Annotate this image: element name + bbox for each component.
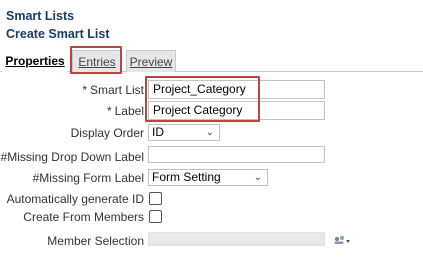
missing-dropdown-label-label: #Missing Drop Down Label: [0, 150, 144, 164]
label-field-label: * Label: [106, 104, 144, 118]
chevron-down-icon: ⌄: [253, 172, 262, 183]
display-order-select[interactable]: ID ⌄: [148, 124, 220, 141]
page-subtitle: Create Smart List: [6, 27, 110, 41]
smart-list-label: * Smart List: [82, 83, 144, 97]
missing-form-label-select[interactable]: Form Setting ⌄: [148, 169, 268, 186]
display-order-label: Display Order: [70, 126, 144, 140]
tab-properties[interactable]: Properties: [2, 50, 68, 72]
member-selector-icon[interactable]: [333, 234, 351, 246]
tab-preview[interactable]: Preview: [126, 50, 176, 72]
missing-dropdown-label-input[interactable]: [148, 146, 325, 163]
member-selection-label: Member Selection: [47, 234, 144, 248]
page-title: Smart Lists: [6, 9, 75, 23]
member-selection-input: [148, 232, 325, 246]
create-from-members-checkbox[interactable]: [149, 210, 162, 223]
chevron-down-icon: ⌄: [205, 127, 214, 138]
auto-generate-id-label: Automatically generate ID: [6, 192, 144, 206]
entries-tab-highlight: [70, 46, 122, 74]
inputs-highlight: [145, 76, 260, 122]
create-from-members-label: Create From Members: [23, 210, 144, 224]
auto-generate-id-checkbox[interactable]: [149, 192, 162, 205]
missing-form-label-label: #Missing Form Label: [32, 171, 144, 185]
